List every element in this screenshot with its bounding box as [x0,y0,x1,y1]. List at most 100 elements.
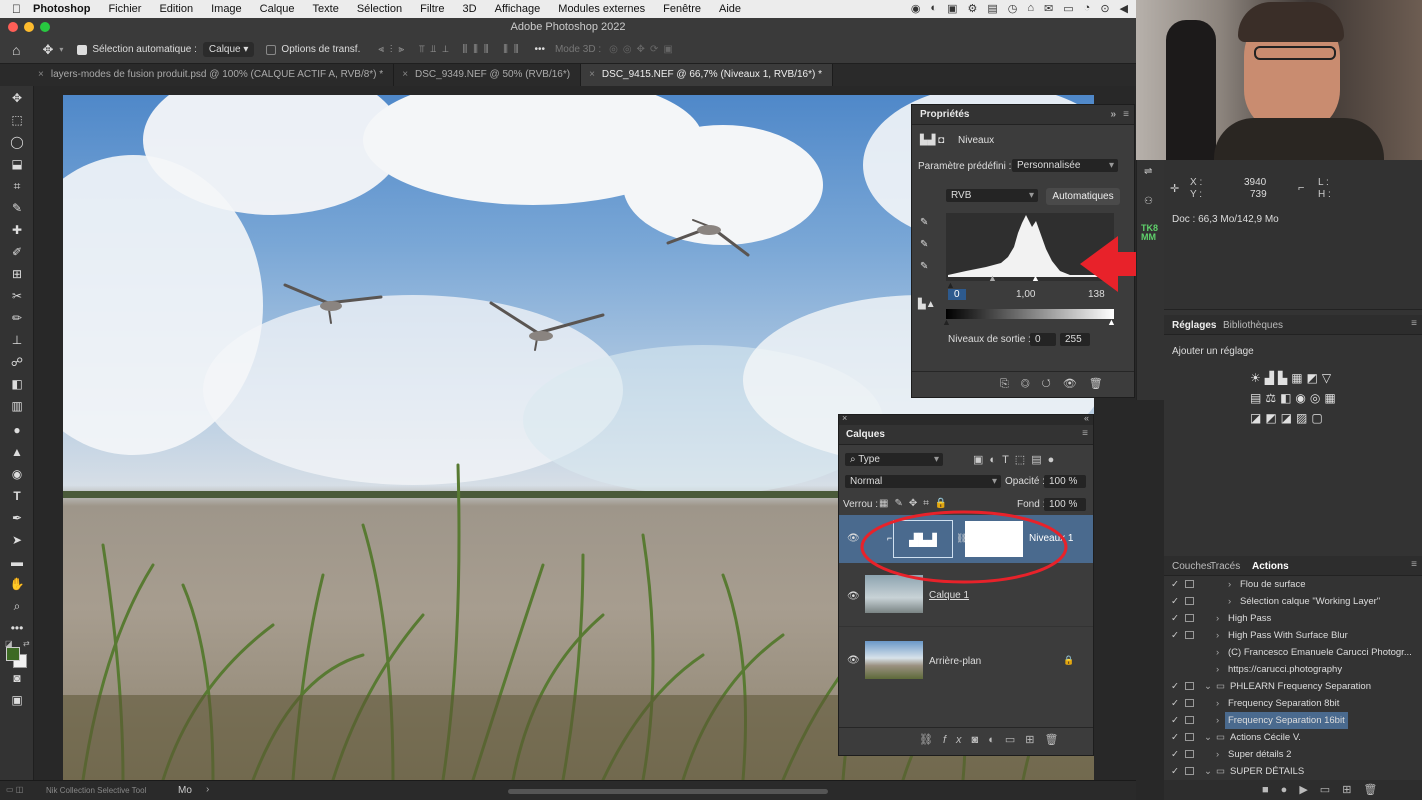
menu-affichage[interactable]: Affichage [495,3,541,15]
screen-mode-icon[interactable]: ▣ [8,692,26,708]
action-enabled-check-icon[interactable]: ✓ [1171,729,1179,746]
action-enabled-check-icon[interactable]: ✓ [1171,627,1179,644]
zoom-tool-icon[interactable]: ⌕ [8,598,26,614]
action-row[interactable]: ✓ › Frequency Separation 16bit [1164,712,1422,729]
output-white-slider[interactable]: ▲ [1107,317,1116,327]
filter-adjustment-icon[interactable]: ◐ [989,454,1002,466]
apple-icon[interactable]:  [12,2,21,16]
fx-icon[interactable]: fx [943,734,972,746]
auto-select-dropdown[interactable]: Calque ▾ [202,42,255,57]
action-row[interactable]: ✓ › Frequency Separation 8bit [1164,695,1422,712]
action-enabled-check-icon[interactable]: ✓ [1171,746,1179,763]
menu-app-name[interactable]: Photoshop [33,3,90,15]
action-row[interactable]: ✓ › Flou de surface [1164,576,1422,593]
eraser-tool-icon[interactable]: ◧ [8,376,26,392]
action-enabled-check-icon[interactable]: ✓ [1171,695,1179,712]
person-icon[interactable]: ⚇ [1144,196,1153,207]
action-enabled-check-icon[interactable]: ✓ [1171,763,1179,780]
action-enabled-check-icon[interactable]: ✓ [1171,678,1179,695]
filter-shape-icon[interactable]: ⬚ [1015,454,1031,466]
menu-image[interactable]: Image [211,3,242,15]
opacity-field[interactable]: 100 % [1044,475,1086,488]
crop-tool-icon[interactable]: ⌗ [8,178,26,194]
delete-action-icon[interactable]: 🗑 [1363,784,1389,796]
input-gamma-field[interactable]: 1,00 [1016,289,1035,300]
input-gamma-slider[interactable]: ▲ [988,273,997,283]
stamp-tool-icon[interactable]: ⊞ [8,266,26,282]
layer-row-arriere-plan[interactable]: 👁 Arrière-plan 🔒 [839,629,1093,691]
visibility-eye-icon[interactable]: 👁 [847,655,860,666]
tab-actions[interactable]: Actions [1252,561,1289,572]
status-icon-12[interactable]: ◀ [1120,2,1128,15]
lasso-tool-icon[interactable]: ◯ [8,134,26,150]
action-dialog-toggle-icon[interactable] [1185,682,1194,690]
gradient-tool-icon[interactable]: ▥ [8,398,26,414]
chevron-right-icon[interactable]: › [1216,644,1219,661]
chevron-down-icon[interactable]: ▾ [59,45,63,54]
output-white-field[interactable]: 255 [1060,333,1090,346]
align-icons[interactable]: ⫷⫶⫸ ⫪⫫⊥ [378,44,454,55]
adjustment-icons-row-3[interactable]: ◪◩◪▨▢ [1250,408,1340,428]
status-icon-1[interactable]: ◉ [911,2,921,15]
layer-name[interactable]: Calque 1 [929,590,969,601]
type-tool-icon[interactable]: T [8,488,26,504]
action-row[interactable]: ✓ ⌄ ▭ PHLEARN Frequency Separation [1164,678,1422,695]
pen-tool-icon[interactable]: ✒ [8,510,26,526]
menu-texte[interactable]: Texte [313,3,339,15]
chevron-right-icon[interactable]: › [1228,576,1231,593]
panel-menu-icon[interactable]: ≡ [1082,428,1088,439]
action-row[interactable]: ✓ ⌄ ▭ SUPER DÉTAILS [1164,763,1422,780]
close-window-button[interactable] [8,22,18,32]
action-enabled-check-icon[interactable]: ✓ [1171,593,1179,610]
more-tools-icon[interactable]: ••• [8,620,26,636]
action-row[interactable]: › https://carucci.photography [1164,661,1422,678]
path-select-icon[interactable]: ➤ [8,532,26,548]
output-black-slider[interactable]: ▲ [942,317,951,327]
channel-dropdown[interactable]: RVB ▾ [946,189,1038,202]
tab-doc-2[interactable]: × DSC_9349.NEF @ 50% (RVB/16*) [394,64,582,86]
adjustment-icons-row-1[interactable]: ☀▟▙▦◩▽ [1250,368,1340,388]
swap-colors-icon[interactable]: ⇄ [23,639,30,648]
status-icon-7[interactable]: ⌂ [1027,2,1034,15]
dodge-tool-icon[interactable]: ▲ [8,444,26,460]
delete-layer-icon[interactable]: 🗑 [1044,734,1068,746]
status-icon-4[interactable]: ⚙ [967,2,977,15]
marquee-tool-icon[interactable]: ⬚ [8,112,26,128]
auto-button[interactable]: Automatiques [1046,188,1120,205]
action-row[interactable]: ✓ › High Pass With Surface Blur [1164,627,1422,644]
filter-kind-dropdown[interactable]: ⌕ Type ▾ [845,453,943,466]
hand-tool-icon[interactable]: ✋ [8,576,26,592]
smudge-tool-icon[interactable]: ☍ [8,354,26,370]
menu-filtre[interactable]: Filtre [420,3,444,15]
foreground-color-swatch[interactable] [6,647,20,661]
link-layers-icon[interactable]: ⛓ [919,734,943,746]
chevron-right-icon[interactable]: › [1216,712,1219,729]
chevron-right-icon[interactable]: › [1216,695,1219,712]
more-options-icon[interactable]: ••• [534,44,545,55]
visibility-eye-icon[interactable]: 👁 [847,591,860,602]
move-tool-icon[interactable]: ✥ [8,90,26,106]
transform-options-checkbox[interactable] [266,44,277,55]
status-icon-9[interactable]: ▭ [1063,2,1073,15]
shape-tool-icon[interactable]: ▬ [8,554,26,570]
new-action-icon[interactable]: ⊞ [1342,784,1363,796]
preset-dropdown[interactable]: Personnalisée ▾ [1012,159,1118,172]
black-point-eyedropper-icon[interactable]: ✎ [920,217,928,228]
status-icon-11[interactable]: ⊙ [1100,2,1109,15]
chevron-right-icon[interactable]: › [1216,661,1219,678]
delete-icon[interactable]: 🗑 [1089,378,1115,390]
input-black-field[interactable]: 0 [948,289,966,300]
add-mask-icon[interactable]: ◙ [972,734,989,746]
action-dialog-toggle-icon[interactable] [1185,733,1194,741]
chevron-down-icon[interactable]: ⌄ [1204,729,1212,746]
action-dialog-toggle-icon[interactable] [1185,614,1194,622]
horizontal-scrollbar[interactable] [508,789,828,794]
output-black-field[interactable]: 0 [1030,333,1056,346]
quick-mask-icon[interactable]: ◙ [8,670,26,686]
status-icon-5[interactable]: ▤ [987,2,997,15]
distribute-icons[interactable]: ⫼⫼⫼ ⫼⫼ [463,44,525,55]
history-brush-icon[interactable]: ✂ [8,288,26,304]
gray-point-eyedropper-icon[interactable]: ✎ [920,239,928,250]
calculate-histogram-icon[interactable]: ▙▲ [918,299,936,310]
close-tab-icon[interactable]: × [402,69,408,80]
